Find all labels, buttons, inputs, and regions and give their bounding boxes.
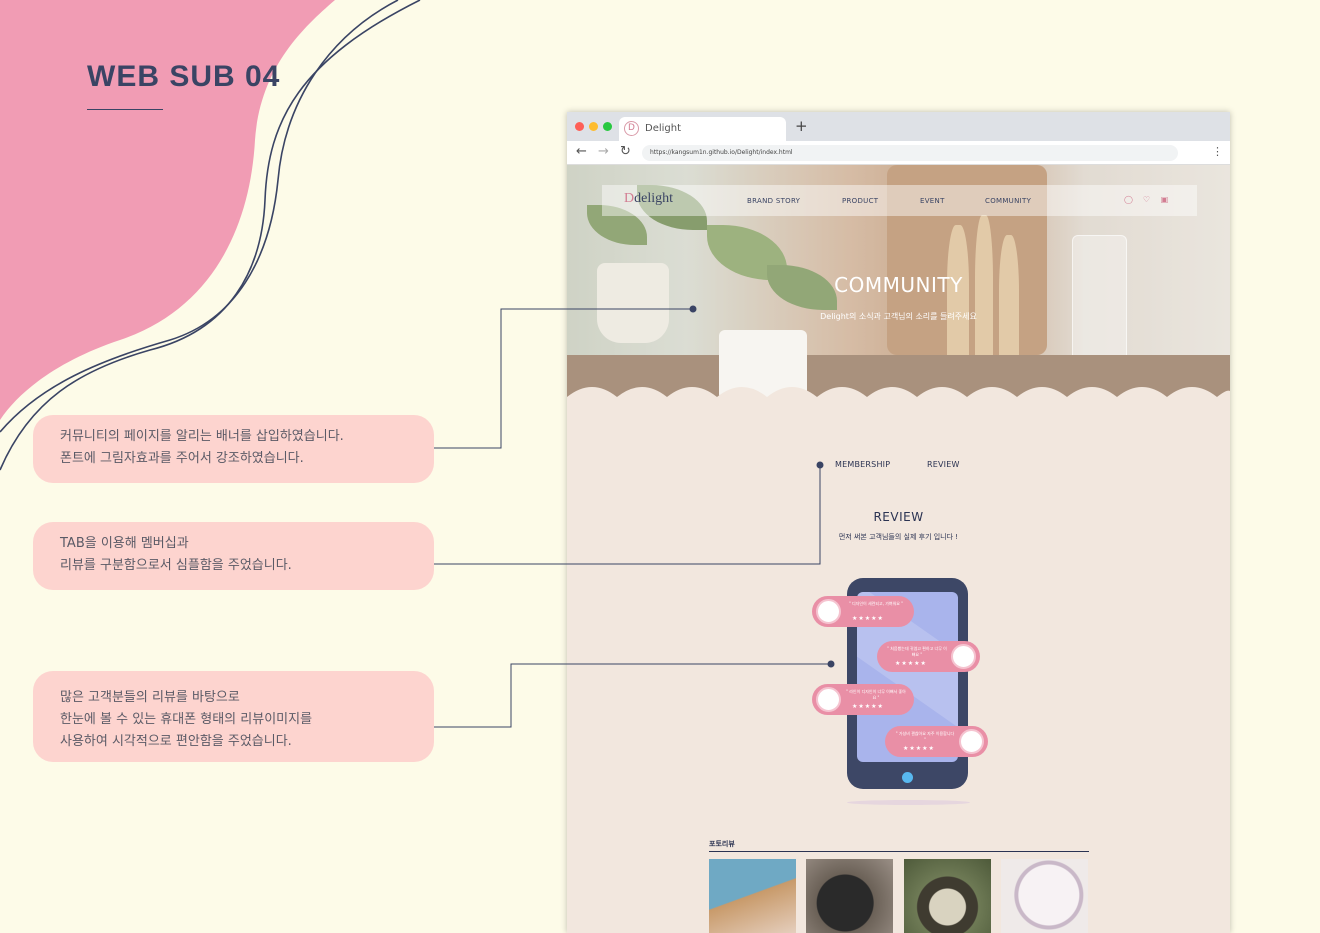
photo-review-thumbnail[interactable] xyxy=(904,859,991,933)
scallop-edge xyxy=(567,387,1230,400)
photo-review-heading: 포토리뷰 xyxy=(709,840,735,848)
annotation-tabs: TAB을 이용해 멤버십과 리뷰를 구분함으로서 심플함을 주었습니다. xyxy=(33,522,434,590)
phone-shadow xyxy=(847,800,970,805)
review-bubble: " 라인이 디자인이 너무 이뻐서 좋아요 " ★★★★★ xyxy=(812,684,914,715)
annotation-line: 많은 고객분들의 리뷰를 바탕으로 xyxy=(60,690,240,705)
avatar-icon xyxy=(816,599,841,624)
annotation-line: TAB을 이용해 멤버십과 xyxy=(60,536,189,551)
heart-icon[interactable]: ♡ xyxy=(1142,195,1151,204)
annotation-line: 커뮤니티의 페이지를 알리는 배너를 삽입하였습니다. xyxy=(60,429,344,444)
review-title: REVIEW xyxy=(873,510,924,524)
star-rating: ★★★★★ xyxy=(895,660,927,667)
browser-window: D Delight + ← → ↻ https://kangsum1n.gith… xyxy=(567,112,1230,933)
address-bar: ← → ↻ https://kangsum1n.github.io/Deligh… xyxy=(567,141,1230,165)
nav-product[interactable]: PRODUCT xyxy=(842,197,878,205)
review-bubble: " 디자인이 세련되고, 가벼워요 " ★★★★★ xyxy=(812,596,914,627)
url-input[interactable]: https://kangsum1n.github.io/Delight/inde… xyxy=(642,145,1178,161)
forward-arrow-icon[interactable]: → xyxy=(598,144,609,159)
avatar-icon xyxy=(959,729,984,754)
review-bubble: " 가성비 괜찮아요 자주 이용합니다 " ★★★★★ xyxy=(885,726,988,757)
annotation-line: 사용하여 시각적으로 편안함을 주었습니다. xyxy=(60,734,292,749)
annotation-banner: 커뮤니티의 페이지를 알리는 배너를 삽입하였습니다. 폰트에 그림자효과를 주… xyxy=(33,415,434,483)
logo-mark-icon: D xyxy=(624,191,635,206)
minimize-window-button[interactable] xyxy=(589,122,598,131)
annotation-line: 폰트에 그림자효과를 주어서 강조하였습니다. xyxy=(60,451,304,466)
browser-tabbar: D Delight + xyxy=(567,112,1230,141)
hero-subtitle: Delight의 소식과 고객님의 소리를 들려주세요 xyxy=(820,312,977,321)
logo-text: delight xyxy=(634,191,674,206)
back-arrow-icon[interactable]: ← xyxy=(576,144,587,159)
review-text: " 가성비 괜찮아요 자주 이용합니다 " xyxy=(895,731,955,742)
browser-tab[interactable]: D Delight xyxy=(619,117,786,141)
browser-tab-title: Delight xyxy=(645,123,682,134)
star-rating: ★★★★★ xyxy=(852,615,884,622)
avatar-icon xyxy=(816,687,841,712)
close-window-button[interactable] xyxy=(575,122,584,131)
reload-icon[interactable]: ↻ xyxy=(620,144,631,159)
review-text: " 라인이 디자인이 너무 이뻐서 좋아요 " xyxy=(846,689,906,700)
annotation-review-image: 많은 고객분들의 리뷰를 바탕으로 한눈에 볼 수 있는 휴대폰 형태의 리뷰이… xyxy=(33,671,434,762)
delight-favicon-icon: D xyxy=(624,121,639,136)
photo-review-thumbnail[interactable] xyxy=(806,859,893,933)
title-underline xyxy=(87,109,163,110)
nav-brand-story[interactable]: BRAND STORY xyxy=(747,197,800,205)
kebab-menu-icon[interactable]: ⋮ xyxy=(1212,145,1223,158)
annotation-line: 한눈에 볼 수 있는 휴대폰 형태의 리뷰이미지를 xyxy=(60,712,313,727)
review-bubble: " 처음봤는데 귀엽고 편하고 너무 이뻐요 " ★★★★★ xyxy=(877,641,980,672)
avatar-icon xyxy=(951,644,976,669)
user-icon[interactable]: ◯ xyxy=(1124,195,1133,204)
review-subtitle: 먼저 써본 고객님들의 실제 후기 입니다 ! xyxy=(838,533,959,541)
site-logo[interactable]: Ddelight xyxy=(624,191,673,207)
community-banner: Ddelight BRAND STORY PRODUCT EVENT COMMU… xyxy=(567,165,1230,400)
maximize-window-button[interactable] xyxy=(603,122,612,131)
tab-membership[interactable]: MEMBERSHIP xyxy=(835,460,890,469)
site-navbar: Ddelight BRAND STORY PRODUCT EVENT COMMU… xyxy=(602,185,1197,216)
new-tab-button[interactable]: + xyxy=(795,117,808,135)
photo-review-thumbnail[interactable] xyxy=(709,859,796,933)
nav-event[interactable]: EVENT xyxy=(920,197,945,205)
page-title: WEB SUB 04 xyxy=(87,60,281,93)
star-rating: ★★★★★ xyxy=(852,703,884,710)
home-button-icon xyxy=(902,772,913,783)
photo-review-divider xyxy=(709,851,1089,852)
tab-review[interactable]: REVIEW xyxy=(927,460,960,469)
cart-icon[interactable]: ▣ xyxy=(1160,195,1169,204)
nav-community[interactable]: COMMUNITY xyxy=(985,197,1031,205)
review-text: " 처음봤는데 귀엽고 편하고 너무 이뻐요 " xyxy=(887,646,947,657)
star-rating: ★★★★★ xyxy=(903,745,935,752)
review-text: " 디자인이 세련되고, 가벼워요 " xyxy=(848,601,904,606)
photo-review-thumbnail[interactable] xyxy=(1001,859,1088,933)
annotation-line: 리뷰를 구분함으로서 심플함을 주었습니다. xyxy=(60,558,292,573)
hero-title: COMMUNITY xyxy=(834,273,963,297)
